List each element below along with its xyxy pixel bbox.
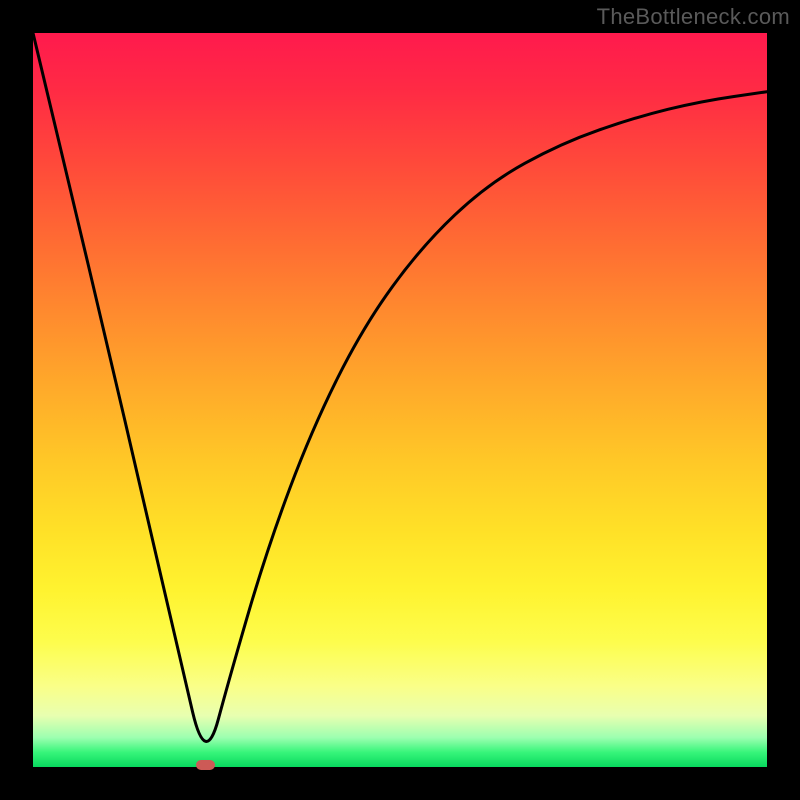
min-marker [196, 760, 215, 770]
watermark-text: TheBottleneck.com [597, 4, 790, 30]
chart-frame: TheBottleneck.com [0, 0, 800, 800]
bottleneck-curve [33, 33, 767, 767]
plot-area [33, 33, 767, 767]
